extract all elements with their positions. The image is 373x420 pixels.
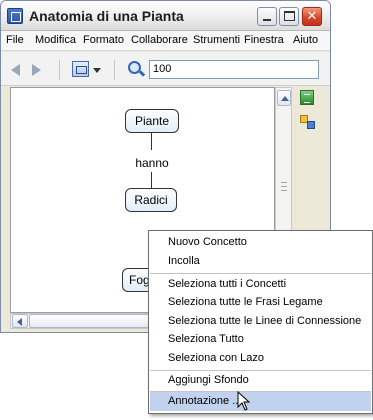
menu-bar: File Modifica Formato Collaborare Strume… [1,31,330,51]
menu-item-annotazione[interactable]: Annotazione ... [150,392,371,411]
menu-modifica[interactable]: Modifica [35,34,76,46]
menu-item-seleziona-tutto[interactable]: Seleziona Tutto [150,330,371,349]
menu-item-incolla[interactable]: Incolla [150,252,371,271]
maximize-button[interactable] [279,7,299,26]
connection-line[interactable] [151,172,152,188]
forward-arrow-icon[interactable] [32,64,41,76]
menu-file[interactable]: File [6,34,24,46]
minimize-button[interactable] [257,7,277,26]
menu-finestra[interactable]: Finestra [244,34,284,46]
zoom-icon[interactable] [128,61,146,79]
concept-node-piante[interactable]: Piante [125,109,179,133]
menu-item-seleziona-lazo[interactable]: Seleziona con Lazo [150,349,371,368]
scroll-thumb[interactable] [29,314,149,328]
linking-phrase[interactable]: hanno [129,156,175,170]
minimize-icon [263,19,271,21]
menu-collaborare[interactable]: Collaborare [131,34,188,46]
title-bar[interactable]: Anatomia di una Pianta ✕ [1,1,330,31]
menu-item-seleziona-frasi-legame[interactable]: Seleziona tutte le Frasi Legame [150,293,371,312]
concept-node-radici[interactable]: Radici [125,188,177,212]
menu-formato[interactable]: Formato [83,34,124,46]
scroll-grip-icon [281,182,287,191]
view-icon[interactable] [72,61,89,77]
zoom-handle [138,70,146,77]
notes-icon[interactable] [300,90,314,105]
menu-item-seleziona-linee[interactable]: Seleziona tutte le Linee di Connessione [150,312,371,331]
context-menu: Nuovo Concetto Incolla Seleziona tutti i… [148,230,373,414]
menu-strumenti[interactable]: Strumenti [193,34,240,46]
toolbar-divider [59,60,60,80]
maximize-icon [284,11,295,21]
toolbar-divider [114,60,115,80]
collaborate-icon[interactable] [300,115,316,130]
app-icon [7,8,23,24]
close-button[interactable]: ✕ [302,7,322,26]
scroll-left-button[interactable] [12,314,28,328]
menu-item-seleziona-concetti[interactable]: Seleziona tutti i Concetti [150,275,371,294]
connection-line[interactable] [151,133,152,150]
mouse-cursor-icon [237,391,251,411]
menu-item-nuovo-concetto[interactable]: Nuovo Concetto [150,233,371,252]
chevron-down-icon[interactable] [93,68,101,73]
toolbar: 100 [1,52,330,86]
menu-aiuto[interactable]: Aiuto [293,34,318,46]
window-title: Anatomia di una Pianta [29,8,184,24]
menu-separator [150,273,371,274]
back-arrow-icon[interactable] [11,64,20,76]
menu-item-aggiungi-sfondo[interactable]: Aggiungi Sfondo [150,371,371,390]
close-icon: ✕ [306,9,318,24]
scroll-up-button[interactable] [277,90,291,106]
zoom-field[interactable]: 100 [149,60,319,79]
